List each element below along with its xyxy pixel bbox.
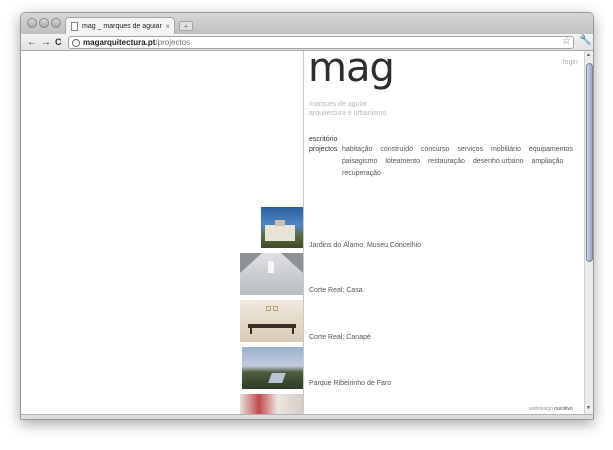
category-construido[interactable]: construído xyxy=(380,146,413,153)
project-label[interactable]: Parque Ribeirinho de Faro xyxy=(309,380,391,387)
login-link[interactable]: login xyxy=(563,59,578,66)
webdesign-credit[interactable]: webdesign nucolivo xyxy=(529,406,573,412)
back-arrow-icon[interactable]: ← xyxy=(27,35,37,50)
browser-window: mag _ marques de aguiar _ a × + ← → C ma… xyxy=(20,12,594,420)
category-row-3: recuperação xyxy=(342,169,387,179)
daybed-leg xyxy=(292,328,294,334)
category-servicos[interactable]: serviços xyxy=(457,146,483,153)
star-icon[interactable]: ☆ xyxy=(562,36,571,47)
page-viewport: mag marques de aguiar arquitectura e urb… xyxy=(21,51,584,414)
nav-escritorio[interactable]: escritório xyxy=(309,135,337,145)
daybed-leg xyxy=(250,328,252,334)
category-ampliacao[interactable]: ampliação xyxy=(531,158,563,165)
page-icon xyxy=(71,21,78,31)
browser-toolbar: ← → C magarquitectura.pt/projectos ☆ 🔧 xyxy=(21,34,593,51)
category-equipamentos[interactable]: equipamentos xyxy=(529,146,573,153)
minimize-window-button[interactable] xyxy=(39,18,49,28)
project-label[interactable]: Corte Real: Canapé xyxy=(309,334,371,341)
project-label[interactable]: Jardins do Álamo: Museu Concelhio xyxy=(309,242,421,249)
project-thumbnail-parque[interactable] xyxy=(242,347,303,389)
tab-title: mag _ marques de aguiar _ a xyxy=(82,22,163,30)
project-thumbnail-museu[interactable] xyxy=(261,207,303,248)
category-recuperacao[interactable]: recuperação xyxy=(342,170,381,177)
url-domain: magarquitectura.pt xyxy=(83,38,156,47)
roof-slope-left xyxy=(240,253,262,273)
vertical-divider xyxy=(303,51,304,414)
url-path: /projectos xyxy=(155,38,191,47)
daybed xyxy=(248,324,296,328)
close-window-button[interactable] xyxy=(27,18,37,28)
building-roof xyxy=(275,220,285,226)
project-thumbnail-canape[interactable] xyxy=(240,300,303,342)
tagline-line-1: marques de aguiar xyxy=(309,101,368,108)
skylight xyxy=(268,261,274,273)
forward-arrow-icon[interactable]: → xyxy=(41,35,51,50)
tagline-line-2: arquitectura e urbanismo xyxy=(309,110,387,117)
scroll-up-icon[interactable]: ▲ xyxy=(586,52,591,58)
site-logo[interactable]: mag xyxy=(308,51,395,92)
category-desenho-urbano[interactable]: desenho urbano xyxy=(473,158,524,165)
title-bar: mag _ marques de aguiar _ a × + xyxy=(21,13,593,34)
water xyxy=(268,373,286,383)
wrench-icon[interactable]: 🔧 xyxy=(579,35,591,46)
wall-frame xyxy=(273,306,278,311)
nav-projectos[interactable]: projectos xyxy=(309,145,337,155)
category-paisagismo[interactable]: paisagismo xyxy=(342,158,377,165)
zoom-window-button[interactable] xyxy=(51,18,61,28)
address-bar[interactable]: magarquitectura.pt/projectos ☆ xyxy=(68,36,574,49)
tab-close-icon[interactable]: × xyxy=(165,22,170,31)
category-row-1: habitação construído concurso serviços m… xyxy=(342,145,579,155)
wall-frame xyxy=(266,306,271,311)
new-tab-button[interactable]: + xyxy=(179,21,193,31)
bottom-edge xyxy=(21,414,593,419)
category-restauracao[interactable]: restauração xyxy=(428,158,465,165)
category-loteamento[interactable]: loteamento xyxy=(385,158,420,165)
category-concurso[interactable]: concurso xyxy=(421,146,449,153)
credit-name: nucolivo xyxy=(554,406,573,412)
category-mobiliario[interactable]: mobiliário xyxy=(491,146,521,153)
roof-slope-right xyxy=(281,253,303,273)
building-shape xyxy=(265,225,295,241)
globe-icon xyxy=(72,39,80,47)
project-thumbnail-partial[interactable] xyxy=(240,394,303,414)
browser-tab[interactable]: mag _ marques de aguiar _ a × xyxy=(65,17,175,34)
category-habitacao[interactable]: habitação xyxy=(342,146,372,153)
project-label[interactable]: Corte Real: Casa xyxy=(309,287,363,294)
project-thumbnail-casa[interactable] xyxy=(240,253,303,295)
scroll-down-icon[interactable]: ▼ xyxy=(586,405,591,411)
scroll-thumb[interactable] xyxy=(586,63,593,262)
category-row-2: paisagismo loteamento restauração desenh… xyxy=(342,157,569,167)
reload-icon[interactable]: C xyxy=(55,35,62,50)
vertical-scrollbar[interactable]: ▲ ▼ xyxy=(584,51,593,414)
credit-prefix: webdesign xyxy=(529,406,553,412)
